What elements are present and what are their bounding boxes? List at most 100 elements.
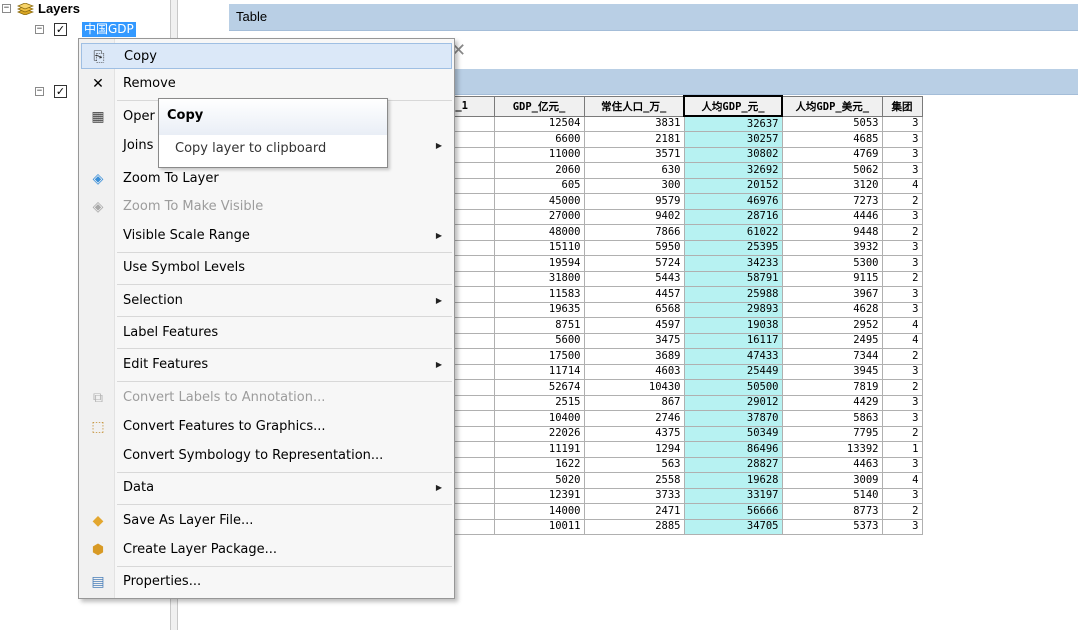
table-cell[interactable]: 11583 [493, 286, 585, 303]
table-cell[interactable]: 3 [881, 410, 923, 427]
table-cell[interactable]: 3475 [583, 332, 685, 349]
column-header[interactable]: GDP_亿元_ [493, 95, 585, 117]
table-cell[interactable]: 2 [881, 379, 923, 396]
table-cell[interactable]: 5053 [781, 115, 883, 132]
menu-item-data[interactable]: Data ▶ [81, 475, 452, 501]
table-cell[interactable]: 50500 [683, 379, 783, 396]
table-cell[interactable]: 15110 [493, 239, 585, 256]
table-cell[interactable]: 4 [881, 472, 923, 489]
layers-title[interactable]: Layers [38, 1, 80, 16]
table-cell[interactable]: 4769 [781, 146, 883, 163]
table-cell[interactable]: 10011 [493, 518, 585, 535]
table-cell[interactable]: 3 [881, 456, 923, 473]
second-layer-collapse-icon[interactable]: − [35, 87, 44, 96]
table-cell[interactable]: 3 [881, 487, 923, 504]
table-cell[interactable]: 28827 [683, 456, 783, 473]
table-cell[interactable]: 9448 [781, 224, 883, 241]
table-cell[interactable]: 5600 [493, 332, 585, 349]
table-cell[interactable]: 2 [881, 503, 923, 520]
table-cell[interactable]: 10430 [583, 379, 685, 396]
table-cell[interactable]: 32692 [683, 162, 783, 179]
table-cell[interactable]: 19628 [683, 472, 783, 489]
table-cell[interactable]: 2495 [781, 332, 883, 349]
table-cell[interactable]: 3967 [781, 286, 883, 303]
table-cell[interactable]: 2746 [583, 410, 685, 427]
table-cell[interactable]: 4463 [781, 456, 883, 473]
table-cell[interactable]: 58791 [683, 270, 783, 287]
table-cell[interactable]: 16117 [683, 332, 783, 349]
table-cell[interactable]: 5300 [781, 255, 883, 272]
table-cell[interactable]: 3120 [781, 177, 883, 194]
table-cell[interactable]: 10400 [493, 410, 585, 427]
table-cell[interactable]: 4446 [781, 208, 883, 225]
table-cell[interactable]: 3 [881, 255, 923, 272]
table-cell[interactable]: 7819 [781, 379, 883, 396]
table-cell[interactable]: 6600 [493, 131, 585, 148]
layer-name-gdp[interactable]: 中国GDP [82, 22, 136, 37]
menu-item-convert-symbology-to-representation[interactable]: Convert Symbology to Representation... [81, 443, 452, 469]
table-cell[interactable]: 31800 [493, 270, 585, 287]
layers-collapse-icon[interactable]: − [2, 4, 11, 13]
table-cell[interactable]: 3 [881, 363, 923, 380]
table-cell[interactable]: 2952 [781, 317, 883, 334]
layer-collapse-icon[interactable]: − [35, 25, 44, 34]
table-cell[interactable]: 29012 [683, 394, 783, 411]
table-cell[interactable]: 5443 [583, 270, 685, 287]
table-cell[interactable]: 3932 [781, 239, 883, 256]
table-cell[interactable]: 25988 [683, 286, 783, 303]
table-cell[interactable]: 9402 [583, 208, 685, 225]
table-cell[interactable]: 1294 [583, 441, 685, 458]
table-cell[interactable]: 5863 [781, 410, 883, 427]
table-cell[interactable]: 5373 [781, 518, 883, 535]
table-cell[interactable]: 19594 [493, 255, 585, 272]
table-cell[interactable]: 3 [881, 146, 923, 163]
table-cell[interactable]: 3 [881, 239, 923, 256]
table-cell[interactable]: 33197 [683, 487, 783, 504]
table-cell[interactable]: 3 [881, 115, 923, 132]
table-cell[interactable]: 4597 [583, 317, 685, 334]
table-cell[interactable]: 11000 [493, 146, 585, 163]
table-cell[interactable]: 29893 [683, 301, 783, 318]
table-cell[interactable]: 2515 [493, 394, 585, 411]
table-cell[interactable]: 4628 [781, 301, 883, 318]
table-cell[interactable]: 32637 [683, 115, 783, 132]
table-cell[interactable]: 3 [881, 394, 923, 411]
table-cell[interactable]: 14000 [493, 503, 585, 520]
table-cell[interactable]: 25395 [683, 239, 783, 256]
table-cell[interactable]: 4375 [583, 425, 685, 442]
menu-item-save-as-layer-file[interactable]: ◆ Save As Layer File... [81, 508, 452, 534]
table-cell[interactable]: 867 [583, 394, 685, 411]
table-cell[interactable]: 2 [881, 270, 923, 287]
table-cell[interactable]: 8751 [493, 317, 585, 334]
table-cell[interactable]: 12391 [493, 487, 585, 504]
table-cell[interactable]: 4 [881, 332, 923, 349]
table-cell[interactable]: 563 [583, 456, 685, 473]
table-cell[interactable]: 630 [583, 162, 685, 179]
table-cell[interactable]: 27000 [493, 208, 585, 225]
column-header[interactable]: 人均GDP_元_ [683, 95, 783, 117]
menu-item-use-symbol-levels[interactable]: Use Symbol Levels [81, 255, 452, 281]
menu-item-selection[interactable]: Selection ▶ [81, 288, 452, 314]
table-cell[interactable]: 12504 [493, 115, 585, 132]
table-cell[interactable]: 3 [881, 131, 923, 148]
table-cell[interactable]: 4685 [781, 131, 883, 148]
table-cell[interactable]: 3 [881, 518, 923, 535]
table-cell[interactable]: 2 [881, 425, 923, 442]
table-cell[interactable]: 37870 [683, 410, 783, 427]
table-cell[interactable]: 2 [881, 224, 923, 241]
table-cell[interactable]: 2060 [493, 162, 585, 179]
table-cell[interactable]: 3571 [583, 146, 685, 163]
table-cell[interactable]: 20152 [683, 177, 783, 194]
table-cell[interactable]: 6568 [583, 301, 685, 318]
menu-item-create-layer-package[interactable]: ⬢ Create Layer Package... [81, 537, 452, 563]
table-cell[interactable]: 30257 [683, 131, 783, 148]
table-cell[interactable]: 4 [881, 177, 923, 194]
table-cell[interactable]: 48000 [493, 224, 585, 241]
table-cell[interactable]: 56666 [683, 503, 783, 520]
table-cell[interactable]: 7344 [781, 348, 883, 365]
second-layer-checkbox[interactable]: ✓ [54, 85, 67, 98]
table-cell[interactable]: 8773 [781, 503, 883, 520]
table-cell[interactable]: 5724 [583, 255, 685, 272]
table-cell[interactable]: 3 [881, 208, 923, 225]
menu-item-convert-features-to-graphics[interactable]: ⬚ Convert Features to Graphics... [81, 414, 452, 440]
